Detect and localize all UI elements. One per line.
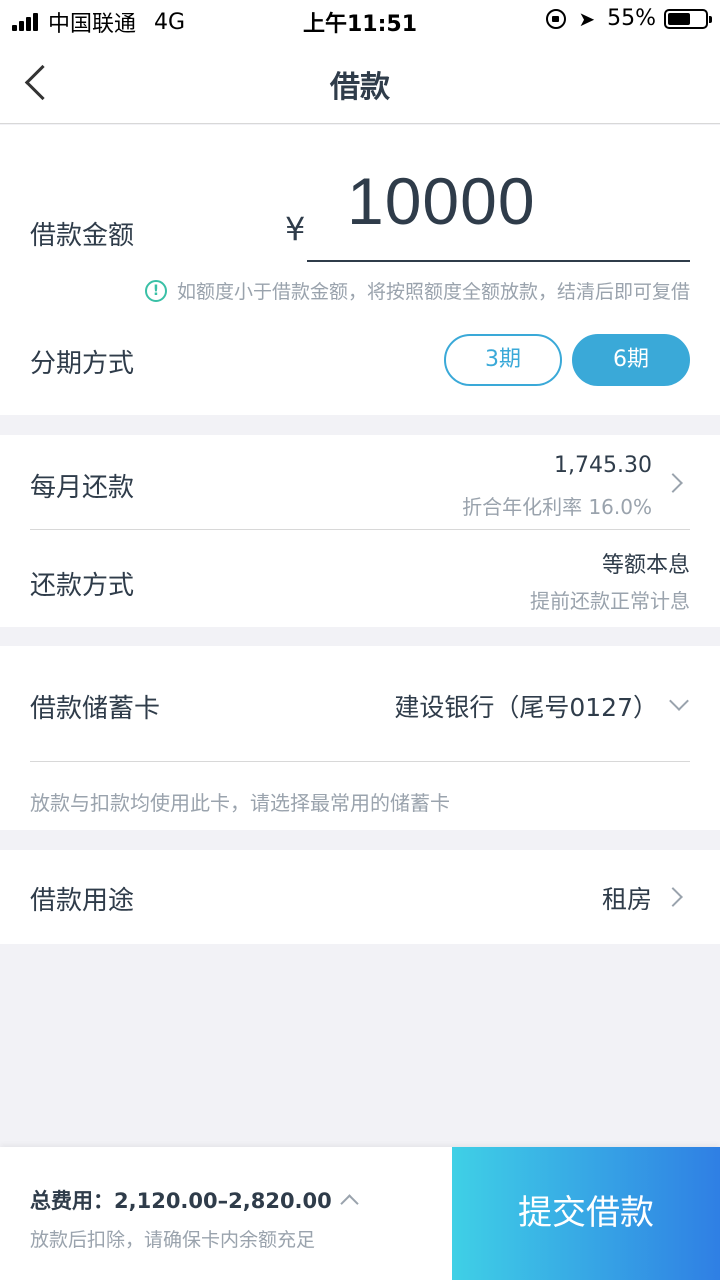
total-fee: 总费用：2,120.00–2,820.00 (30, 1189, 332, 1213)
chevron-up-icon[interactable] (340, 1194, 359, 1213)
purpose-row[interactable]: 借款用途 租房 (0, 850, 720, 944)
navigation-bar: 借款 (0, 40, 720, 124)
divider (30, 761, 690, 762)
debit-card-section: 借款储蓄卡 建设银行（尾号0127） 放款与扣款均使用此卡，请选择最常用的储蓄卡 (0, 646, 720, 830)
loan-amount-section: 借款金额 ¥ 10000 ! 如额度小于借款金额，将按照额度全额放款，结清后即可… (0, 125, 720, 415)
amount-notice: ! 如额度小于借款金额，将按照额度全额放款，结清后即可复借 (144, 277, 690, 304)
chevron-right-icon (663, 887, 683, 907)
monthly-label: 每月还款 (30, 473, 135, 503)
method-value: 等额本息 (601, 553, 690, 578)
chevron-down-icon (669, 691, 689, 711)
currency-symbol: ¥ (285, 210, 306, 248)
bottom-bar: 总费用：2,120.00–2,820.00 放款后扣除，请确保卡内余额充足 提交… (0, 1147, 720, 1280)
method-label: 还款方式 (30, 571, 135, 601)
bank-name: 建设银行（尾号0127） (394, 693, 658, 722)
purpose-label: 借款用途 (30, 886, 135, 916)
status-right: ➤ 55% (546, 6, 712, 31)
battery-percent: 55% (607, 6, 656, 31)
chevron-right-icon (663, 473, 683, 493)
submit-loan-button[interactable]: 提交借款 (452, 1147, 720, 1280)
card-note: 放款与扣款均使用此卡，请选择最常用的储蓄卡 (30, 791, 450, 815)
card-label: 借款储蓄卡 (30, 694, 161, 724)
installment-option-6[interactable]: 6期 (572, 334, 690, 386)
notice-text: 如额度小于借款金额，将按照额度全额放款，结清后即可复借 (176, 281, 690, 303)
info-icon: ! (144, 279, 167, 302)
rotation-lock-icon (546, 8, 567, 29)
amount-label: 借款金额 (30, 221, 135, 251)
amount-underline (307, 260, 690, 262)
purpose-value: 租房 (601, 885, 652, 914)
repayment-section: 每月还款 1,745.30 折合年化利率 16.0% 还款方式 等额本息 提前还… (0, 435, 720, 627)
battery-icon (664, 8, 712, 29)
bank-card-selector[interactable]: 借款储蓄卡 建设银行（尾号0127） (0, 646, 720, 761)
monthly-repayment-row[interactable]: 每月还款 1,745.30 折合年化利率 16.0% (0, 435, 720, 529)
monthly-value: 1,745.30 (554, 453, 652, 478)
divider (30, 529, 690, 530)
page-title: 借款 (330, 70, 390, 105)
installment-option-3[interactable]: 3期 (444, 334, 562, 386)
fee-note: 放款后扣除，请确保卡内余额充足 (30, 1229, 316, 1251)
installment-label: 分期方式 (30, 349, 135, 379)
status-bar: 中国联通 4G 上午11:51 ➤ 55% (0, 0, 720, 40)
method-note: 提前还款正常计息 (530, 589, 690, 613)
apr-text: 折合年化利率 16.0% (462, 495, 652, 519)
amount-input[interactable]: 10000 (347, 163, 536, 239)
location-icon: ➤ (578, 6, 596, 31)
